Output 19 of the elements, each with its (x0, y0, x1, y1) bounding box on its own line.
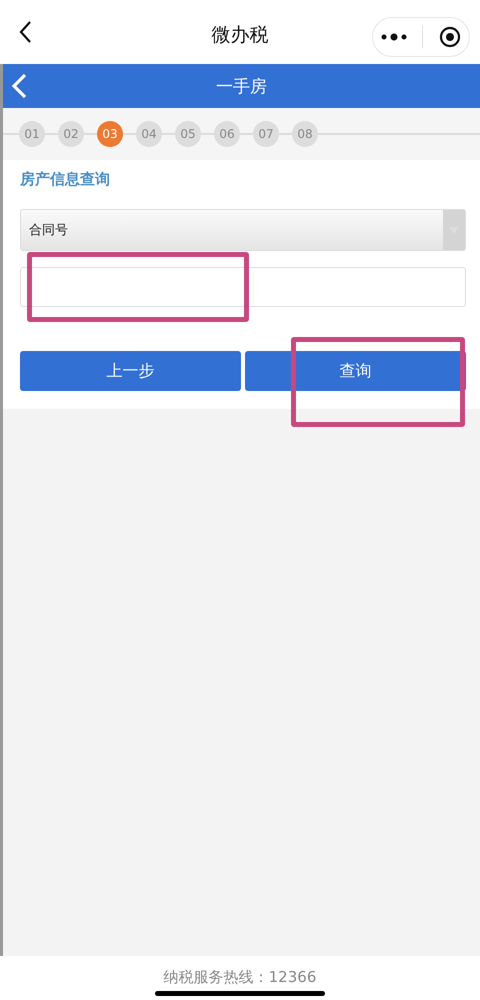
close-icon[interactable] (439, 26, 462, 48)
app-title: 微办税 (210, 23, 270, 48)
input-field[interactable] (20, 267, 466, 307)
step-indicator: 06 (214, 121, 240, 147)
step-indicator: 07 (253, 121, 279, 147)
section-title: 房产信息查询 (20, 170, 111, 189)
page-title: 一手房 (215, 76, 268, 98)
step-indicator: 03 (97, 121, 123, 147)
step-indicator: 08 (292, 121, 318, 147)
step-indicator: 01 (19, 121, 45, 147)
step-indicator: 02 (58, 121, 84, 147)
back-icon[interactable] (18, 20, 32, 44)
back-button[interactable]: 上一步 (20, 351, 241, 391)
more-icon[interactable] (380, 33, 407, 41)
hotline-text: 纳税服务热线：12366 (164, 968, 316, 988)
query-button[interactable]: 查询 (245, 351, 466, 391)
type-select[interactable]: 合同号 (20, 209, 466, 251)
step-indicator: 05 (175, 121, 201, 147)
step-indicator: 04 (136, 121, 162, 147)
